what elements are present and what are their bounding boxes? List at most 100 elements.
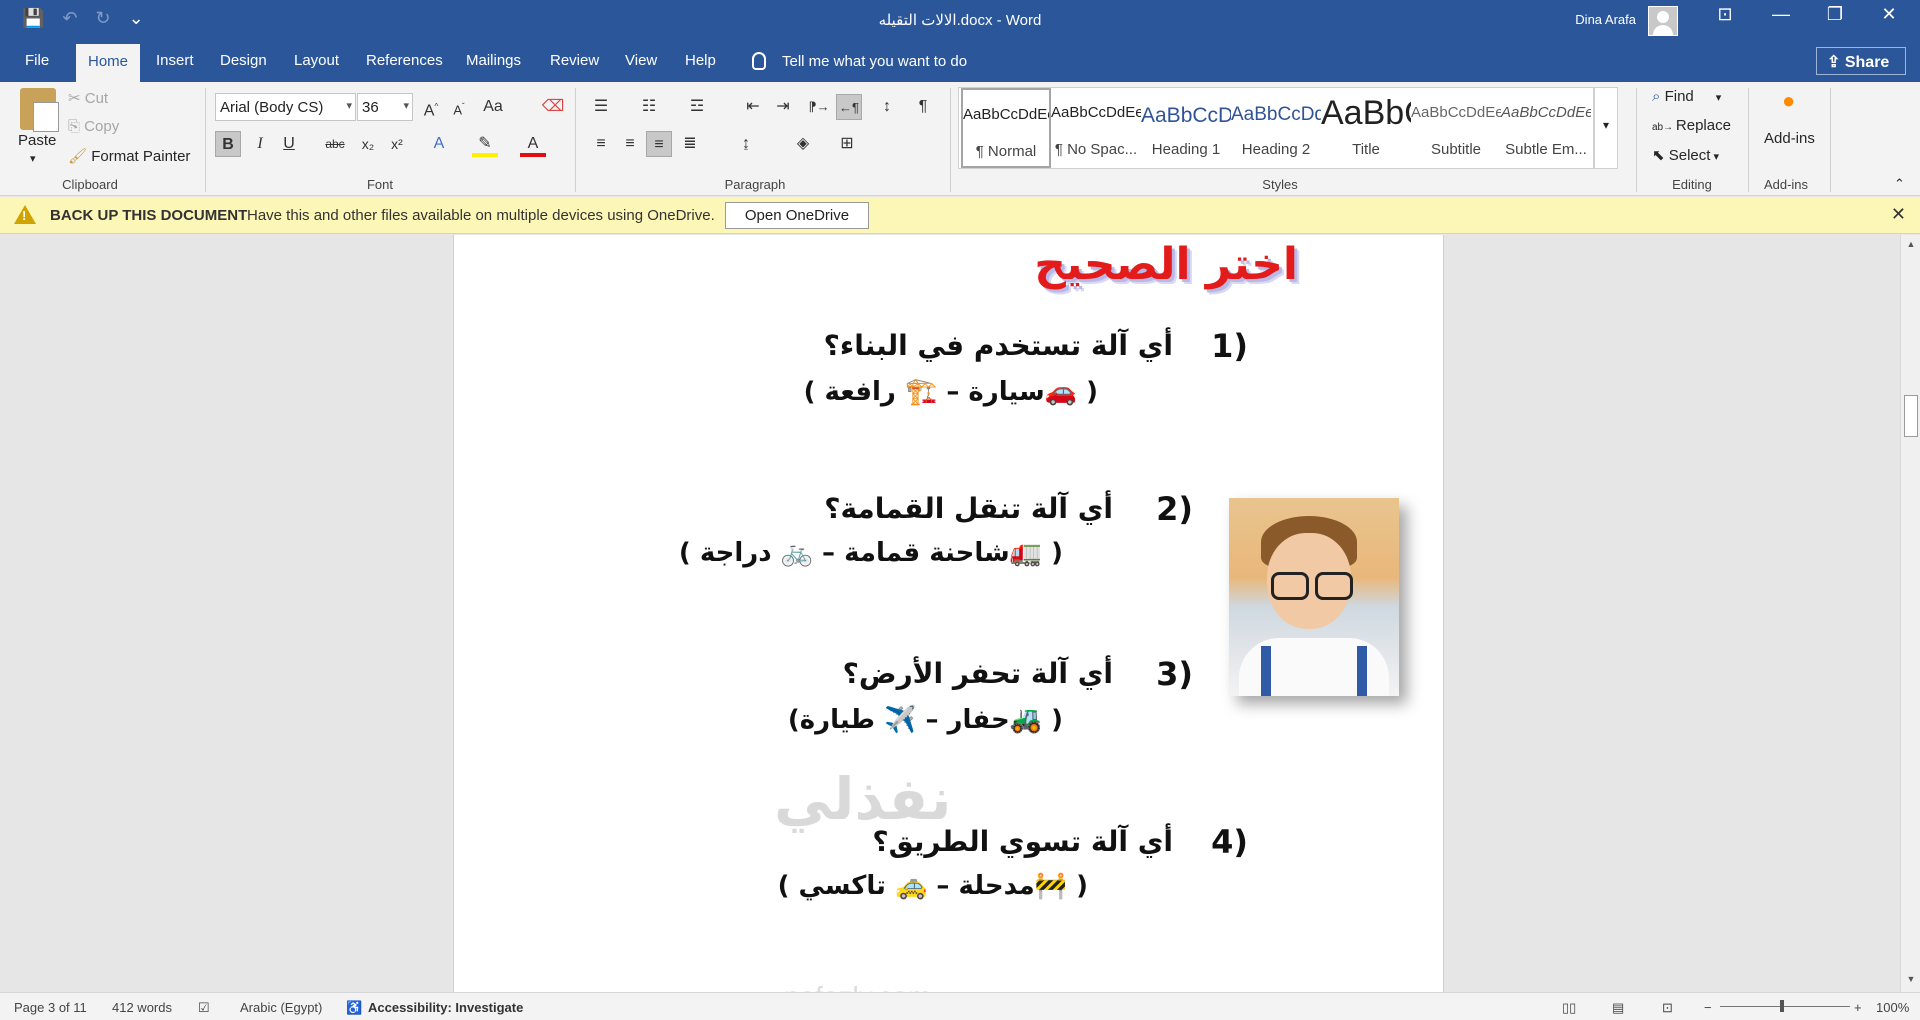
accessibility-status[interactable]: Accessibility: Investigate xyxy=(368,1000,523,1015)
thinking-child-image[interactable] xyxy=(1229,498,1399,696)
add-ins-button[interactable]: Add-ins xyxy=(1764,130,1815,147)
zoom-out-icon[interactable]: − xyxy=(1704,1000,1712,1015)
tab-mailings[interactable]: Mailings xyxy=(466,52,521,69)
superscript-button[interactable]: x² xyxy=(384,131,410,157)
style-subtitle[interactable]: AaBbCcDdEe Subtitle xyxy=(1411,88,1501,168)
tab-design[interactable]: Design xyxy=(220,52,267,69)
grow-font-icon[interactable]: A^ xyxy=(418,94,444,120)
line-spacing-icon[interactable]: ↨ xyxy=(733,131,759,157)
find-button[interactable]: ⌕ Find ▾ xyxy=(1652,88,1721,105)
highlight-icon[interactable]: ✎ xyxy=(472,131,498,157)
close-icon[interactable]: ✕ xyxy=(1891,204,1906,225)
share-button[interactable]: ⇪ Share xyxy=(1816,47,1906,75)
italic-button[interactable]: I xyxy=(247,131,273,157)
borders-icon[interactable]: ⊞ xyxy=(834,131,860,157)
user-name[interactable]: Dina Arafa xyxy=(1575,12,1636,27)
zoom-level[interactable]: 100% xyxy=(1876,1000,1909,1015)
underline-button[interactable]: U xyxy=(276,131,302,157)
text-effects-icon[interactable]: A xyxy=(426,131,452,157)
share-label: Share xyxy=(1844,54,1890,71)
ribbon-display-options-icon[interactable]: ⊡ xyxy=(1702,4,1748,25)
message-bar-text: Have this and other files available on m… xyxy=(247,207,715,224)
style-subtle-emphasis[interactable]: AaBbCcDdEe Subtle Em... xyxy=(1501,88,1591,168)
shrink-font-icon[interactable]: Aˇ xyxy=(446,94,472,120)
zoom-slider[interactable] xyxy=(1720,1006,1850,1007)
style-heading-1[interactable]: AaBbCcDdEe Heading 1 xyxy=(1141,88,1231,168)
bold-button[interactable]: B xyxy=(215,131,241,157)
decrease-indent-icon[interactable]: ⇤ xyxy=(740,94,766,120)
tab-layout[interactable]: Layout xyxy=(294,52,339,69)
tab-help[interactable]: Help xyxy=(685,52,716,69)
open-onedrive-button[interactable]: Open OneDrive xyxy=(725,202,869,229)
paste-icon[interactable] xyxy=(20,88,59,132)
align-center-icon[interactable]: ≡ xyxy=(617,131,643,157)
read-mode-icon[interactable]: ▯▯ xyxy=(1562,1000,1576,1016)
multilevel-list-icon[interactable]: ☲ xyxy=(684,94,710,120)
replace-button[interactable]: ab→ Replace xyxy=(1652,117,1731,134)
document-heading: اختر الصحيح xyxy=(1034,239,1298,290)
clear-formatting-icon[interactable]: ⌫ xyxy=(540,94,566,120)
style-no-spacing[interactable]: AaBbCcDdEe ¶ No Spac... xyxy=(1051,88,1141,168)
add-ins-group-label: Add-ins xyxy=(1763,177,1809,192)
document-area: اختر الصحيح 1) أي آلة تستخدم في البناء؟ … xyxy=(0,235,1900,992)
document-page[interactable]: اختر الصحيح 1) أي آلة تستخدم في البناء؟ … xyxy=(453,235,1444,992)
clipboard-group-label: Clipboard xyxy=(62,177,118,192)
tab-review[interactable]: Review xyxy=(550,52,599,69)
format-painter-button[interactable]: 🖌 Format Painter xyxy=(68,147,190,165)
numbering-icon[interactable]: ☷ xyxy=(636,94,662,120)
scroll-down-icon[interactable]: ▼ xyxy=(1904,974,1918,988)
page-count[interactable]: Page 3 of 11 xyxy=(14,1000,87,1015)
paste-button[interactable]: Paste xyxy=(18,132,56,149)
zoom-slider-thumb[interactable] xyxy=(1780,1000,1784,1012)
language[interactable]: Arabic (Egypt) xyxy=(240,1000,322,1015)
tab-references[interactable]: References xyxy=(366,52,443,69)
tell-me-search[interactable]: Tell me what you want to do xyxy=(752,52,967,70)
scroll-thumb[interactable] xyxy=(1904,395,1918,437)
question-options: ( 🚗سيارة – 🏗️ رافعة ) xyxy=(803,377,1098,407)
minimize-icon[interactable]: — xyxy=(1758,4,1804,25)
paste-dropdown-icon[interactable]: ▾ xyxy=(30,152,36,165)
add-ins-icon[interactable]: ● xyxy=(1782,88,1795,114)
replace-icon: ab→ xyxy=(1652,122,1676,133)
change-case-icon[interactable]: Aa xyxy=(480,94,506,120)
style-normal[interactable]: AaBbCcDdEe ¶ Normal xyxy=(961,88,1051,168)
style-heading-2[interactable]: AaBbCcDdEe Heading 2 xyxy=(1231,88,1321,168)
zoom-in-icon[interactable]: + xyxy=(1854,1000,1862,1015)
increase-indent-icon[interactable]: ⇥ xyxy=(770,94,796,120)
styles-more-icon[interactable]: ▾ xyxy=(1594,87,1618,169)
tab-insert[interactable]: Insert xyxy=(156,52,194,69)
copy-button[interactable]: ⎘ Copy xyxy=(68,118,119,135)
show-formatting-icon[interactable]: ¶ xyxy=(910,94,936,120)
strikethrough-button[interactable]: abc xyxy=(322,131,348,157)
web-layout-icon[interactable]: ⊡ xyxy=(1662,1000,1673,1016)
avatar[interactable] xyxy=(1648,6,1678,36)
select-button[interactable]: ⬉ Select ▾ xyxy=(1652,146,1719,164)
bullets-icon[interactable]: ☰ xyxy=(588,94,614,120)
align-right-icon[interactable]: ≡ xyxy=(646,131,672,157)
tell-me-label: Tell me what you want to do xyxy=(782,53,968,70)
close-icon[interactable]: ✕ xyxy=(1866,4,1912,25)
tab-file[interactable]: File xyxy=(25,52,49,69)
style-title[interactable]: AaBbCcDdEe Title xyxy=(1321,88,1411,168)
print-layout-icon[interactable]: ▤ xyxy=(1612,1000,1624,1016)
justify-icon[interactable]: ≣ xyxy=(677,131,703,157)
shading-icon[interactable]: ◈ xyxy=(790,131,816,157)
tab-home[interactable]: Home xyxy=(76,44,141,82)
rtl-icon[interactable]: ←¶ xyxy=(836,94,862,120)
collapse-ribbon-icon[interactable]: ⌃ xyxy=(1894,176,1905,192)
font-name-combo[interactable]: Arial (Body CS) xyxy=(215,93,356,121)
scroll-up-icon[interactable]: ▲ xyxy=(1904,239,1918,253)
font-color-icon[interactable]: A xyxy=(520,131,546,157)
ltr-icon[interactable]: ⁋→ xyxy=(806,94,832,120)
subscript-button[interactable]: x₂ xyxy=(355,131,381,157)
cut-button[interactable]: ✂ Cut xyxy=(68,89,108,107)
font-size-combo[interactable]: 36 xyxy=(357,93,413,121)
vertical-scrollbar[interactable]: ▲ ▼ xyxy=(1900,235,1920,992)
restore-icon[interactable]: ❐ xyxy=(1812,4,1858,25)
warning-icon xyxy=(14,205,36,224)
proofing-icon[interactable]: ☑ xyxy=(198,1000,210,1016)
sort-icon[interactable]: ↕ xyxy=(874,94,900,120)
tab-view[interactable]: View xyxy=(625,52,657,69)
word-count[interactable]: 412 words xyxy=(112,1000,172,1015)
align-left-icon[interactable]: ≡ xyxy=(588,131,614,157)
